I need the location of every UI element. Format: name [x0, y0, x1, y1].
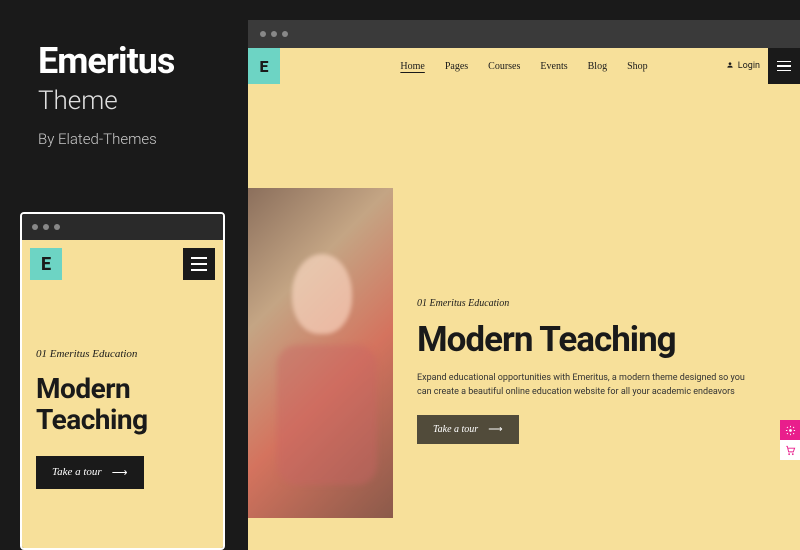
- floating-actions: [780, 420, 800, 460]
- desktop-hero: 01 Emeritus Education Modern Teaching Ex…: [248, 188, 800, 518]
- hero-body: Expand educational opportunities with Em…: [417, 372, 757, 399]
- arrow-right-icon: ⟶: [112, 466, 128, 479]
- window-dot: [54, 224, 60, 230]
- nav-shop[interactable]: Shop: [627, 61, 648, 72]
- hero-eyebrow: 01 Emeritus Education: [36, 348, 209, 360]
- nav-home[interactable]: Home: [400, 61, 424, 72]
- hero-image: [248, 188, 393, 518]
- hamburger-menu-button[interactable]: [183, 248, 215, 280]
- hero-eyebrow: 01 Emeritus Education: [417, 298, 780, 309]
- hero-text-block: 01 Emeritus Education Modern Teaching Ex…: [393, 188, 800, 518]
- arrow-right-icon: ⟶: [488, 424, 502, 435]
- hero-headline: Modern Teaching: [36, 374, 209, 436]
- window-dot: [282, 31, 288, 37]
- window-dot: [43, 224, 49, 230]
- nav-events[interactable]: Events: [540, 61, 567, 72]
- primary-nav: Home Pages Courses Events Blog Shop: [400, 61, 647, 72]
- login-label: Login: [738, 61, 760, 71]
- site-logo[interactable]: E: [248, 48, 280, 84]
- mobile-preview-frame: E 01 Emeritus Education Modern Teaching …: [20, 212, 225, 550]
- desktop-preview-frame: E Home Pages Courses Events Blog Shop Lo…: [248, 20, 800, 550]
- author-byline: By Elated-Themes: [38, 130, 248, 148]
- cta-label: Take a tour: [52, 466, 102, 478]
- user-icon: [726, 61, 734, 72]
- mobile-viewport: E 01 Emeritus Education Modern Teaching …: [22, 240, 223, 548]
- cart-fab[interactable]: [780, 440, 800, 460]
- window-dot: [271, 31, 277, 37]
- window-dot: [260, 31, 266, 37]
- desktop-header: E Home Pages Courses Events Blog Shop Lo…: [248, 48, 800, 84]
- settings-fab[interactable]: [780, 420, 800, 440]
- take-tour-button[interactable]: Take a tour ⟶: [417, 415, 519, 444]
- login-link[interactable]: Login: [726, 61, 760, 72]
- product-subtitle: Theme: [38, 86, 248, 116]
- hamburger-menu-button[interactable]: [768, 48, 800, 84]
- mobile-header: E: [22, 240, 223, 288]
- take-tour-button[interactable]: Take a tour ⟶: [36, 456, 144, 489]
- cta-label: Take a tour: [433, 424, 478, 435]
- desktop-viewport: E Home Pages Courses Events Blog Shop Lo…: [248, 48, 800, 550]
- product-title: Emeritus: [38, 40, 248, 82]
- nav-pages[interactable]: Pages: [445, 61, 468, 72]
- mobile-hero: 01 Emeritus Education Modern Teaching Ta…: [22, 288, 223, 489]
- site-logo[interactable]: E: [30, 248, 62, 280]
- nav-courses[interactable]: Courses: [488, 61, 520, 72]
- nav-blog[interactable]: Blog: [588, 61, 607, 72]
- hero-headline: Modern Teaching: [417, 319, 780, 360]
- window-dot: [32, 224, 38, 230]
- desktop-browser-chrome: [248, 20, 800, 48]
- mobile-browser-chrome: [22, 214, 223, 240]
